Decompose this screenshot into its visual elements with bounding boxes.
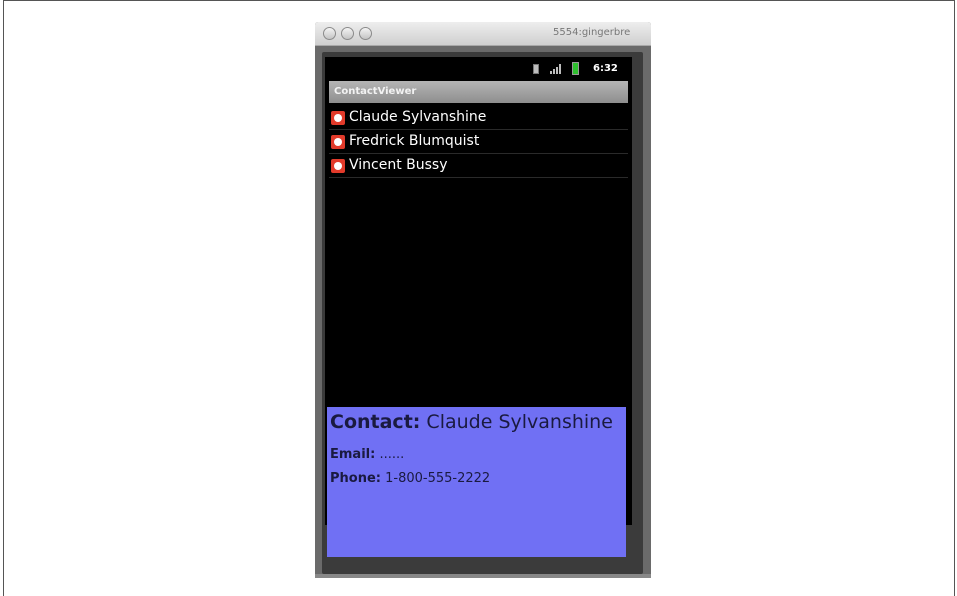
detail-contact-value: Claude Sylvanshine [426, 411, 613, 433]
page: 5554:gingerbre 6:32 ContactViewer Claude… [0, 0, 957, 596]
app-title-bar: ContactViewer [329, 81, 628, 103]
window-title: 5554:gingerbre [553, 27, 631, 38]
detail-contact-label: Contact: [330, 411, 421, 433]
detail-phone-value: 1-800-555-2222 [385, 471, 491, 486]
signal-icon [550, 64, 562, 74]
status-bar: 6:32 [325, 57, 632, 81]
frame-border-right [954, 0, 955, 596]
close-window-icon[interactable] [323, 27, 336, 40]
detail-email-line: Email: ...... [330, 447, 404, 462]
frame-border-top [3, 0, 955, 1]
window-titlebar[interactable]: 5554:gingerbre [315, 22, 651, 46]
emulator-window: 5554:gingerbre 6:32 ContactViewer Claude… [315, 22, 651, 578]
zoom-window-icon[interactable] [359, 27, 372, 40]
app-title: ContactViewer [334, 86, 417, 97]
list-item-contact[interactable]: Vincent Bussy [329, 155, 628, 178]
detail-phone-label: Phone: [330, 471, 381, 486]
frame-border-left [3, 0, 4, 596]
contact-name: Fredrick Blumquist [349, 133, 480, 149]
list-item-contact[interactable]: Claude Sylvanshine [329, 107, 628, 130]
contact-name: Claude Sylvanshine [349, 109, 487, 125]
contact-icon [331, 135, 345, 149]
minimize-window-icon[interactable] [341, 27, 354, 40]
list-item-contact[interactable]: Fredrick Blumquist [329, 131, 628, 154]
detail-email-value: ...... [379, 447, 405, 462]
device-screen: 6:32 ContactViewer Claude Sylvanshine Fr… [325, 57, 632, 557]
contact-icon [331, 111, 345, 125]
detail-phone-line: Phone: 1-800-555-2222 [330, 471, 490, 486]
detail-contact-line: Contact: Claude Sylvanshine [330, 411, 613, 433]
contact-list: Claude Sylvanshine Fredrick Blumquist Vi… [329, 107, 628, 179]
contact-detail-panel: Contact: Claude Sylvanshine Email: .....… [327, 407, 626, 557]
emulator-bottom-bar [315, 574, 651, 578]
contact-name: Vincent Bussy [349, 157, 448, 173]
sim-icon [533, 64, 539, 74]
contact-icon [331, 159, 345, 173]
battery-icon [572, 62, 579, 75]
status-time: 6:32 [593, 63, 618, 74]
detail-email-label: Email: [330, 447, 376, 462]
